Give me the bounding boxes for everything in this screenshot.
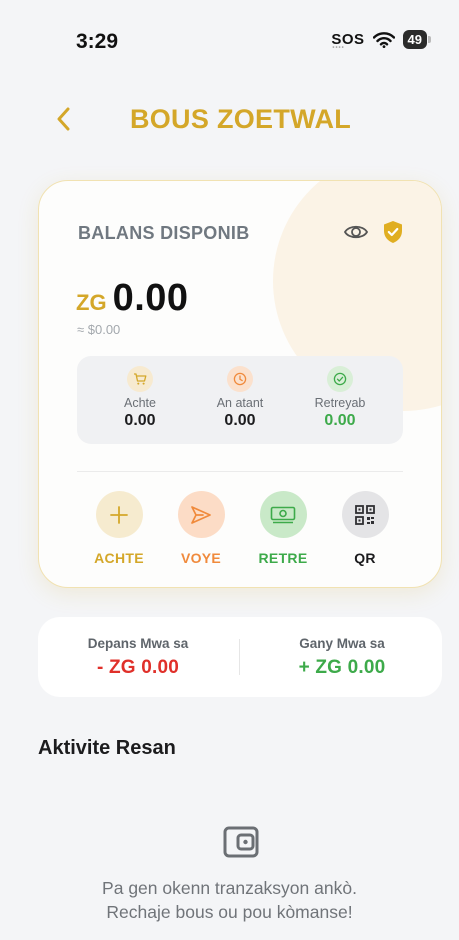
balance-label: BALANS DISPONIB bbox=[78, 223, 250, 243]
stat-label: An atant bbox=[216, 396, 264, 410]
summary-divider bbox=[239, 639, 240, 675]
qr-button[interactable]: QR bbox=[325, 491, 405, 566]
withdraw-button[interactable]: RETRE bbox=[243, 491, 323, 566]
action-label: QR bbox=[354, 550, 376, 566]
send-icon bbox=[177, 491, 225, 538]
status-time: 3:29 bbox=[76, 30, 119, 53]
status-bar: 3:29 SOS 49 bbox=[0, 0, 459, 80]
check-circle-icon bbox=[327, 366, 353, 392]
shield-check-icon bbox=[384, 221, 402, 243]
spent-label: Depans Mwa sa bbox=[87, 636, 189, 651]
stat-value: 0.00 bbox=[124, 412, 156, 429]
balance-row: ZG 0.00 bbox=[76, 277, 189, 320]
eye-icon[interactable] bbox=[343, 221, 369, 243]
page-title: BOUS ZOETWAL bbox=[129, 104, 352, 134]
qr-icon bbox=[341, 491, 389, 538]
buy-button[interactable]: ACHTE bbox=[79, 491, 159, 566]
plus-icon bbox=[95, 491, 143, 538]
stat-value: 0.00 bbox=[224, 412, 256, 429]
empty-state-line-2: Rechaje bous ou pou kòmanse! bbox=[106, 902, 353, 922]
header: BOUS ZOETWAL bbox=[0, 100, 459, 140]
sos-indicator: SOS bbox=[331, 31, 364, 51]
currency-label: ZG bbox=[76, 290, 107, 315]
monthly-summary-card: Depans Mwa sa - ZG 0.00 Gany Mwa sa + ZG… bbox=[38, 617, 442, 697]
recent-activity-title: Aktivite Resan bbox=[38, 737, 176, 759]
stat-label: Retreyab bbox=[314, 396, 366, 410]
stat-pending: An atant 0.00 bbox=[190, 366, 290, 430]
stat-withdrawable: Retreyab 0.00 bbox=[290, 366, 390, 430]
card-divider bbox=[77, 471, 403, 472]
spent-value: - ZG 0.00 bbox=[96, 657, 180, 678]
action-label: ACHTE bbox=[94, 550, 144, 566]
monthly-spent: Depans Mwa sa - ZG 0.00 bbox=[38, 636, 238, 679]
usd-equivalent: ≈ $0.00 bbox=[77, 322, 121, 337]
battery-cap bbox=[428, 36, 431, 43]
action-label: RETRE bbox=[258, 550, 308, 566]
wallet-card: BALANS DISPONIB ZG 0.00 ≈ $0.00 Achte 0.… bbox=[38, 180, 442, 588]
wifi-icon bbox=[372, 31, 395, 48]
status-indicators: SOS 49 bbox=[331, 30, 431, 51]
cash-icon bbox=[259, 491, 307, 538]
cart-icon bbox=[127, 366, 153, 392]
stat-purchased: Achte 0.00 bbox=[90, 366, 190, 430]
stats-box: Achte 0.00 An atant 0.00 Retreyab 0.00 bbox=[77, 356, 403, 444]
stat-label: Achte bbox=[124, 396, 156, 410]
monthly-earned: Gany Mwa sa + ZG 0.00 bbox=[242, 636, 442, 679]
earned-value: + ZG 0.00 bbox=[298, 657, 386, 678]
stat-value: 0.00 bbox=[324, 412, 356, 429]
empty-state-text: Pa gen okenn tranzaksyon ankò. Rechaje b… bbox=[0, 876, 459, 924]
empty-state-line-1: Pa gen okenn tranzaksyon ankò. bbox=[102, 878, 357, 898]
clock-icon bbox=[227, 366, 253, 392]
action-label: VOYE bbox=[180, 550, 222, 566]
wallet-icon bbox=[223, 826, 259, 858]
send-button[interactable]: VOYE bbox=[161, 491, 241, 566]
battery-icon: 49 bbox=[402, 30, 427, 49]
earned-label: Gany Mwa sa bbox=[299, 636, 385, 651]
balance-amount: 0.00 bbox=[112, 277, 189, 319]
